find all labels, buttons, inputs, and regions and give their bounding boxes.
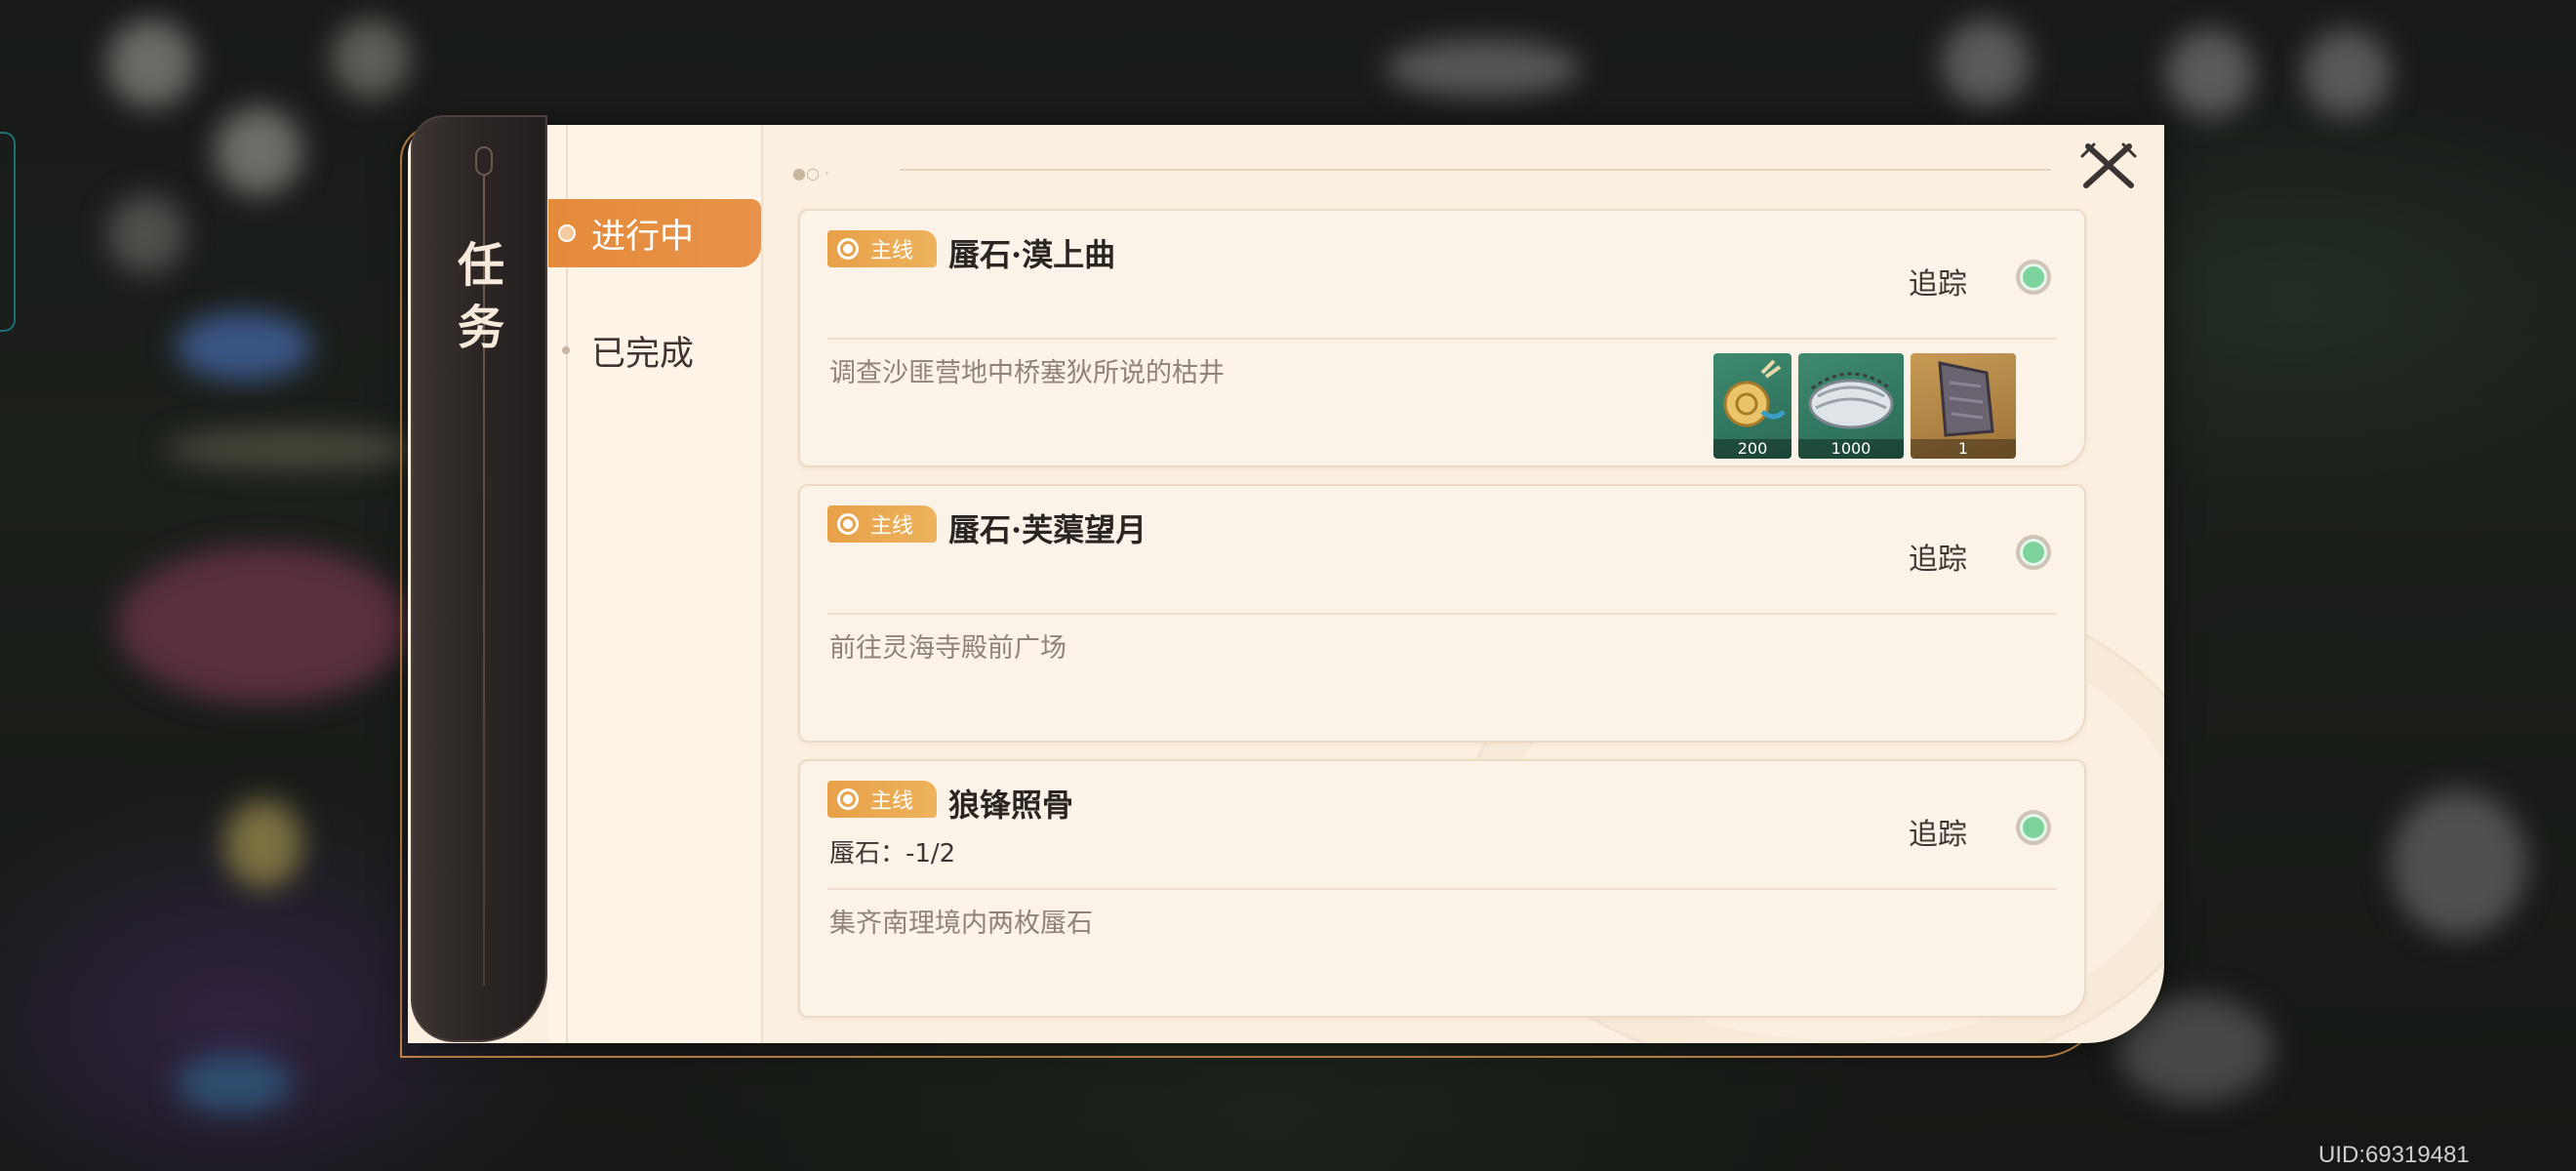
reward-count: 200 [1713,439,1791,459]
quest-card[interactable]: 主线 蜃石·漠上曲 追踪 调查沙匪营地中桥塞狄所说的枯井 200 1000 1 [798,209,2086,467]
track-toggle[interactable] [2016,810,2051,845]
quest-tabs: 进行中 已完成 [548,125,763,1043]
card-divider [827,338,2057,340]
tag-label: 主线 [870,789,914,814]
player-uid: UID:69319481 [2318,1142,2470,1168]
quest-card[interactable]: 主线 蜃石·芙蕖望月 追踪 前往灵海寺殿前广场 [798,484,2086,743]
tag-label: 主线 [870,239,914,263]
panel-title: 任务 [457,238,504,355]
panel-spine: 任务 [411,115,547,1042]
reward-item[interactable]: 200 [1713,353,1791,459]
stone-tablet-icon [1938,361,1994,437]
quest-title: 狼锋照骨 [948,787,1074,824]
card-divider [827,613,2057,615]
main-quest-tag: 主线 [827,781,937,818]
quest-title: 蜃石·漠上曲 [948,236,1116,273]
tag-label: 主线 [870,514,914,539]
tab-label: 进行中 [591,217,695,257]
coin-bundle-icon [1723,359,1786,427]
list-header-rule [900,169,2051,171]
quest-tag-icon [837,238,859,260]
active-dot-icon [558,224,576,242]
tab-label: 已完成 [591,334,695,374]
quest-description: 调查沙匪营地中桥塞狄所说的枯井 [829,358,1225,388]
reward-item[interactable]: 1 [1911,353,2016,459]
track-toggle[interactable] [2016,260,2051,295]
track-label: 追踪 [1909,267,1967,302]
tab-completed[interactable]: 已完成 [548,316,763,384]
quest-progress: 蜃石：-1/2 [829,839,956,868]
reward-count: 1000 [1798,439,1904,459]
track-toggle[interactable] [2016,535,2051,570]
silver-roll-icon [1808,372,1894,429]
quest-tag-icon [837,788,859,810]
card-divider [827,888,2057,890]
close-icon[interactable] [2076,139,2141,193]
inactive-dot-icon [562,346,570,354]
quest-list: ●○ · 主线 蜃石·漠上曲 追踪 调查沙匪营地中桥塞狄所说的枯井 200 10… [763,125,2158,1018]
main-quest-tag: 主线 [827,505,937,543]
spine-knob-icon [475,146,493,176]
list-header-mark: ●○ · [792,164,830,182]
quest-tag-icon [837,513,859,535]
reward-list: 200 1000 1 [1713,353,2016,459]
quest-title: 蜃石·芙蕖望月 [948,511,1147,548]
track-label: 追踪 [1909,543,1967,577]
reward-count: 1 [1911,439,2016,459]
quest-description: 集齐南理境内两枚蜃石 [829,909,1093,939]
track-label: 追踪 [1909,818,1967,852]
tab-in-progress[interactable]: 进行中 [548,199,761,267]
reward-item[interactable]: 1000 [1798,353,1904,459]
quest-card[interactable]: 主线 狼锋照骨 追踪 蜃石：-1/2 集齐南理境内两枚蜃石 [798,759,2086,1018]
screen-edge-tab [0,132,16,332]
main-quest-tag: 主线 [827,230,937,267]
quest-description: 前往灵海寺殿前广场 [829,633,1067,664]
